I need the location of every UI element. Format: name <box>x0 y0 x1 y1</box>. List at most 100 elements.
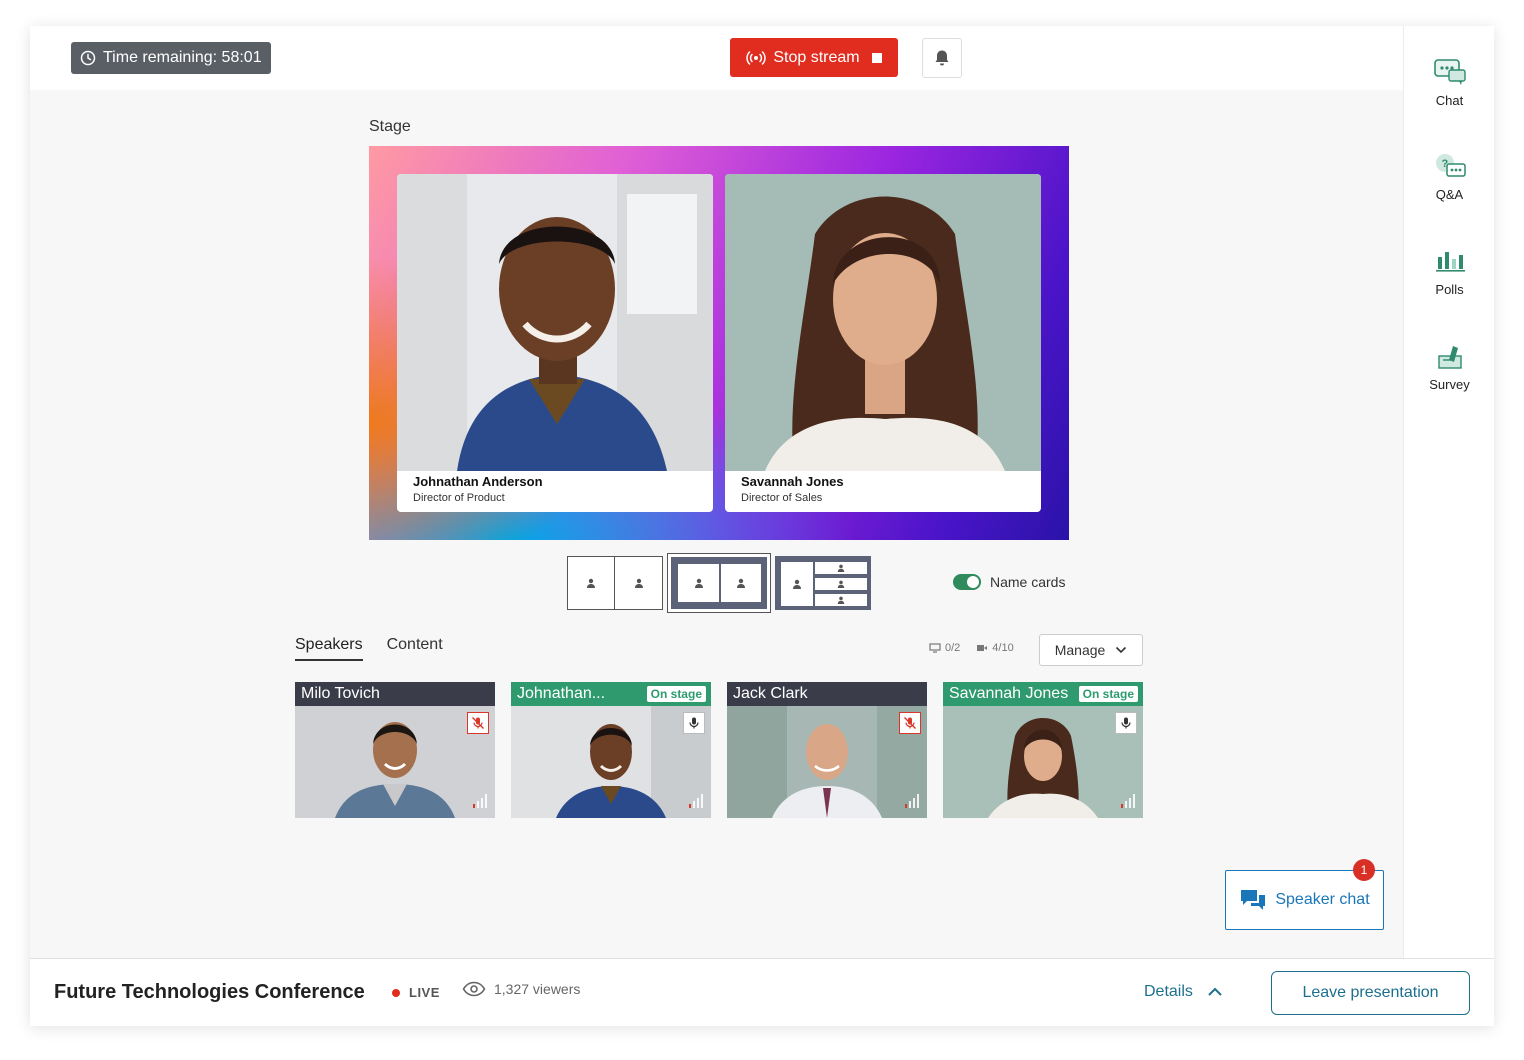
sidebar-item-label: Chat <box>1435 93 1464 108</box>
screen-count: 0/2 <box>929 642 960 654</box>
speaker-name: Milo Tovich <box>295 682 495 706</box>
layout-option-framed[interactable] <box>667 553 771 613</box>
person-icon <box>587 578 595 588</box>
mic-icon <box>1121 717 1131 729</box>
tab-content[interactable]: Content <box>387 636 443 661</box>
sidebar-item-label: Polls <box>1435 282 1464 297</box>
sidebar-item-chat[interactable]: Chat <box>1404 58 1494 108</box>
stage-card-speaker: Savannah Jones Director of Sales <box>725 174 1041 512</box>
time-remaining-badge: Time remaining: 58:01 <box>71 42 271 74</box>
signal-strength-icon <box>1121 794 1135 808</box>
leave-presentation-button[interactable]: Leave presentation <box>1271 971 1470 1015</box>
footer-bar: Future Technologies Conference LIVE 1,32… <box>30 958 1494 1026</box>
on-stage-badge: On stage <box>1078 686 1138 702</box>
stage-card-speaker: Johnathan Anderson Director of Product <box>397 174 713 512</box>
right-sidebar: Chat ? Q&A Polls Survey <box>1403 26 1494 958</box>
speaker-chat-label: Speaker chat <box>1275 891 1370 908</box>
speaker-thumbnail <box>943 706 1143 818</box>
live-label: LIVE <box>409 985 440 1000</box>
chat-bubbles-icon <box>1241 890 1266 910</box>
event-title: Future Technologies Conference <box>54 981 365 1003</box>
speaker-thumbnail <box>727 706 927 818</box>
speaker-tile[interactable]: Savannah Jones On stage <box>943 682 1143 818</box>
screen-count-value: 0/2 <box>945 642 961 654</box>
stop-square-icon <box>871 52 882 63</box>
mic-button[interactable] <box>683 712 705 734</box>
mic-muted-button[interactable] <box>899 712 921 734</box>
person-icon <box>793 579 801 589</box>
sidebar-item-qa[interactable]: ? Q&A <box>1404 152 1494 202</box>
time-remaining-text: Time remaining: 58:01 <box>103 49 262 66</box>
name-cards-label: Name cards <box>990 574 1066 590</box>
layout-cell <box>678 564 719 602</box>
live-indicator: LIVE <box>392 985 440 1000</box>
viewer-count: 1,327 viewers <box>462 981 580 997</box>
manage-dropdown[interactable]: Manage <box>1039 634 1143 666</box>
mic-button[interactable] <box>1115 712 1137 734</box>
mic-icon <box>689 717 699 729</box>
qa-icon: ? <box>1435 154 1466 177</box>
sidebar-item-survey[interactable]: Survey <box>1404 342 1494 392</box>
signal-strength-icon <box>473 794 487 808</box>
viewer-count-text: 1,327 viewers <box>494 981 581 997</box>
layout-cell <box>815 594 867 606</box>
mic-muted-button[interactable] <box>467 712 489 734</box>
layout-cell <box>567 556 615 610</box>
speaker-tabs: Speakers Content <box>295 636 443 661</box>
speaker-photo <box>725 174 1041 471</box>
media-counts: 0/2 4/10 <box>929 642 1014 654</box>
signal-strength-icon <box>905 794 919 808</box>
unread-count-badge: 1 <box>1353 859 1375 881</box>
person-icon <box>837 596 845 604</box>
signal-strength-icon <box>689 794 703 808</box>
details-toggle[interactable]: Details <box>1144 983 1223 1001</box>
stage-card-title: Director of Sales <box>741 492 823 504</box>
camera-count-value: 4/10 <box>992 642 1014 654</box>
camera-count: 4/10 <box>976 642 1014 654</box>
speaker-thumbnail <box>295 706 495 818</box>
camera-icon <box>977 645 988 651</box>
person-icon <box>837 580 845 588</box>
stage-heading: Stage <box>369 118 411 135</box>
mic-off-icon <box>472 717 484 729</box>
layout-cell <box>614 556 663 610</box>
speaker-tile[interactable]: Jack Clark <box>727 682 927 818</box>
speaker-tile[interactable]: Milo Tovich <box>295 682 495 818</box>
layout-cell <box>721 564 761 602</box>
chevron-down-icon <box>1116 646 1127 654</box>
broadcast-icon <box>746 50 767 65</box>
name-cards-control: Name cards <box>953 574 1065 590</box>
person-icon <box>694 578 703 588</box>
person-icon <box>634 578 643 588</box>
manage-label: Manage <box>1054 642 1106 658</box>
chat-icon <box>1433 59 1466 85</box>
layout-option-side-by-side[interactable] <box>567 556 663 610</box>
layout-cell <box>781 562 813 606</box>
layout-cell <box>815 562 867 574</box>
clock-icon <box>80 50 96 66</box>
notifications-button[interactable] <box>922 38 962 78</box>
monitor-icon <box>929 643 941 653</box>
app-window: Time remaining: 58:01 Stop stream Chat ?… <box>30 26 1494 1026</box>
sidebar-item-polls[interactable]: Polls <box>1404 247 1494 297</box>
tab-speakers[interactable]: Speakers <box>295 636 363 661</box>
name-cards-toggle[interactable] <box>953 574 981 590</box>
top-bar: Time remaining: 58:01 Stop stream <box>30 26 1403 90</box>
layout-frame <box>671 557 767 609</box>
sidebar-item-label: Survey <box>1429 377 1470 392</box>
layout-cell <box>815 578 867 590</box>
stage-card-name: Johnathan Anderson <box>413 474 543 489</box>
mic-off-icon <box>904 717 916 729</box>
stop-stream-label: Stop stream <box>773 48 860 66</box>
chevron-up-icon <box>1208 987 1222 996</box>
layout-option-grid[interactable] <box>775 556 871 610</box>
stage-preview: Johnathan Anderson Director of Product S… <box>369 146 1069 540</box>
speaker-tile[interactable]: Johnathan... On stage <box>511 682 711 818</box>
stage-card-title: Director of Product <box>413 492 505 504</box>
stop-stream-button[interactable]: Stop stream <box>730 38 898 77</box>
person-icon <box>737 578 745 588</box>
speaker-name: Jack Clark <box>727 682 927 706</box>
polls-icon <box>1435 252 1465 272</box>
speaker-photo <box>397 174 713 471</box>
eye-icon <box>462 981 486 997</box>
